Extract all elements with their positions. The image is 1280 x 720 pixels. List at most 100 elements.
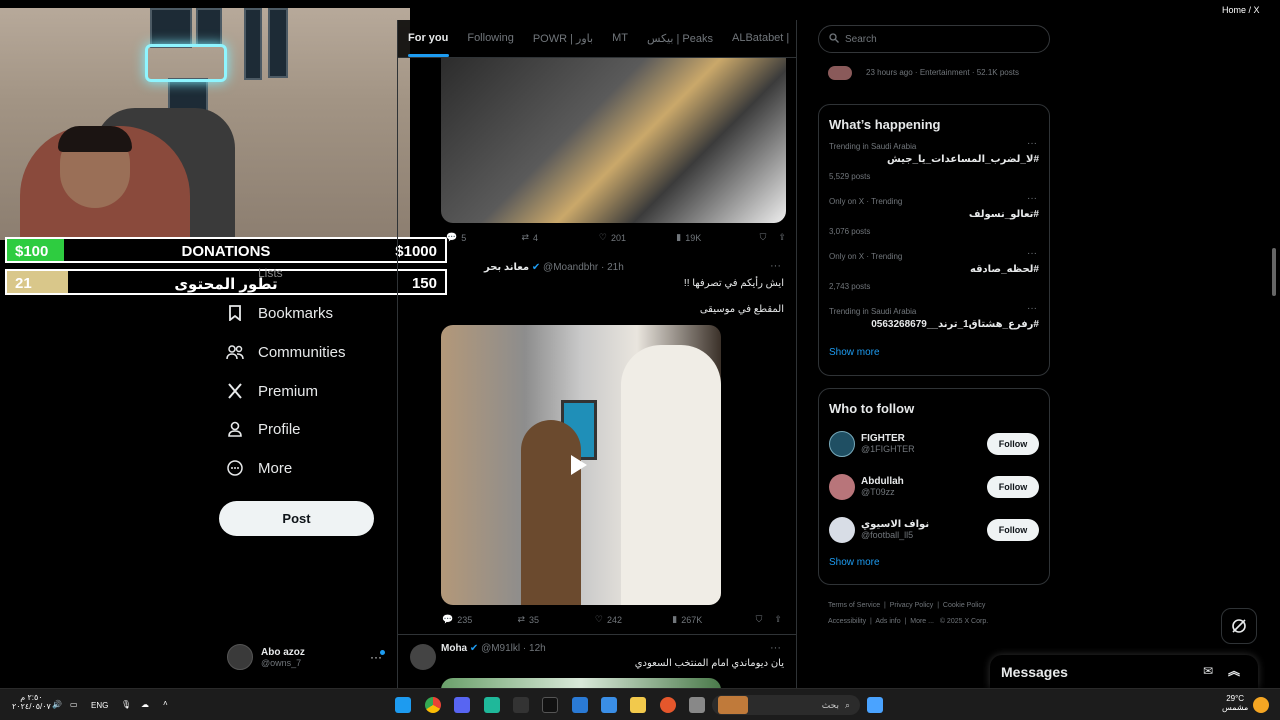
tab-mt[interactable]: MT (602, 20, 637, 57)
show-more-link[interactable]: Show more (819, 551, 1049, 568)
search-icon (829, 32, 839, 46)
tiktok-icon[interactable] (542, 697, 558, 713)
new-message-icon[interactable]: ✉ (1203, 664, 1213, 678)
avatar[interactable] (410, 644, 436, 670)
share-button[interactable]: ⇪ (774, 614, 782, 625)
views-count: ▮ 19K (676, 232, 702, 243)
app-icon[interactable] (689, 697, 705, 713)
follow-suggestion[interactable]: Abdullah @T09zz Follow (819, 465, 1049, 508)
nav-label: Bookmarks (258, 304, 334, 322)
reply-button[interactable]: 💬 235 (442, 614, 517, 625)
windows-start-icon[interactable] (867, 697, 883, 713)
scrollbar[interactable] (1272, 248, 1276, 296)
heart-icon: ♡ (594, 614, 603, 624)
follow-button[interactable]: Follow (987, 432, 1039, 455)
section-title: Who to follow (829, 401, 915, 416)
retweet-icon: ⇄ (517, 614, 525, 624)
reply-icon: 💬 (446, 232, 458, 242)
timeline-tabs: For you Following POWR | باور MT بيكس | … (398, 20, 796, 58)
trend-item[interactable]: Only on X · Trending #لحظه_صادقه 2,743 p… (819, 248, 1049, 303)
browser-icon[interactable] (660, 697, 676, 713)
share-button[interactable]: ⇪ (778, 232, 786, 243)
tab-powr[interactable]: POWR | باور (523, 20, 602, 57)
retweet-button[interactable]: ⇄ 35 (517, 614, 594, 625)
tweet-text: المقطع في موسيقى (699, 304, 784, 315)
follow-button[interactable]: Follow (987, 518, 1039, 541)
twitter-app-icon[interactable] (395, 697, 411, 713)
chrome-icon[interactable] (425, 697, 441, 713)
tweet-more-icon[interactable]: ··· (770, 260, 781, 272)
nav-item-profile[interactable]: Profile (226, 417, 301, 441)
mail-icon[interactable] (572, 697, 588, 713)
grok-icon[interactable] (1221, 608, 1257, 644)
chevron-up-icon[interactable]: ˄ (163, 699, 168, 708)
app-icon[interactable] (513, 697, 529, 713)
store-icon[interactable] (601, 697, 617, 713)
file-explorer-icon[interactable] (630, 697, 646, 713)
tweet-media-image[interactable] (441, 58, 786, 223)
trend-more-icon[interactable]: ··· (1027, 303, 1037, 314)
tab-for-you[interactable]: For you (398, 20, 457, 57)
footer-link[interactable]: Privacy Policy (890, 602, 934, 609)
profile-icon (226, 420, 244, 438)
follow-button[interactable]: Follow (987, 475, 1039, 498)
retweet-button[interactable]: ⇄ 4 (521, 232, 598, 243)
tab-albatabet[interactable]: ALBatabet | (722, 20, 796, 57)
search-input[interactable]: Search (818, 25, 1050, 53)
tweet-time: 12h (529, 643, 546, 654)
cloud-icon[interactable]: ☁ (141, 700, 149, 709)
footer-link[interactable]: Accessibility (828, 618, 866, 625)
footer-link[interactable]: Terms of Service (828, 602, 880, 609)
footer-link[interactable]: Cookie Policy (943, 602, 985, 609)
nav-item-lists-partial[interactable]: Lists (258, 266, 283, 280)
monitor-icon[interactable]: ▭ (70, 700, 78, 709)
play-icon[interactable] (571, 455, 587, 475)
trend-item[interactable]: Only on X · Trending #تعالو_نسولف 3,076 … (819, 193, 1049, 248)
trend-more-icon[interactable]: ··· (1027, 248, 1037, 259)
nav-item-communities[interactable]: Communities (226, 340, 346, 364)
trend-item[interactable]: Trending in Saudi Arabia #رفرع_هشتاق1_تر… (819, 303, 1049, 341)
tab-following[interactable]: Following (457, 20, 522, 57)
tweet-more-icon[interactable]: ··· (770, 642, 781, 654)
like-button[interactable]: ♡ 201 (599, 232, 676, 243)
trend-more-icon[interactable]: ··· (1027, 138, 1037, 149)
language-indicator[interactable]: ENG (91, 701, 108, 710)
discord-icon[interactable] (454, 697, 470, 713)
show-more-link[interactable]: Show more (819, 341, 1049, 358)
clock[interactable]: ٢:٥٠ م ٢٠٢٤/٠٥/٠٧ (12, 693, 51, 711)
follow-suggestion[interactable]: نواف الاسيوي @football_ll5 Follow (819, 508, 1049, 551)
microphone-icon[interactable]: 🎙 (121, 700, 131, 709)
tweet-author-handle[interactable]: @M91lkl (481, 643, 520, 654)
footer-link[interactable]: Ads info (875, 618, 900, 625)
webcam-overlay (0, 8, 410, 240)
trend-more-icon[interactable]: ··· (1027, 193, 1037, 204)
follow-suggestion[interactable]: FIGHTER @1FIGHTER Follow (819, 422, 1049, 465)
bookmark-button[interactable]: ⛉ (760, 232, 767, 243)
post-button[interactable]: Post (219, 501, 374, 536)
like-button[interactable]: ♡ 242 (595, 614, 672, 625)
reply-button[interactable]: 💬 5 (446, 232, 521, 243)
tweet-author-handle[interactable]: @Moandbhr (543, 262, 598, 273)
tab-peaks[interactable]: بيكس | Peaks (637, 20, 722, 57)
tweet-media-image[interactable] (441, 678, 721, 688)
more-icon (226, 459, 244, 477)
trend-item[interactable]: Trending in Saudi Arabia #لا_لضرب_المساع… (819, 138, 1049, 193)
weather-widget[interactable]: 29°C مشمس (1222, 694, 1248, 712)
footer-link[interactable]: More ... (910, 618, 934, 625)
app-icon[interactable] (484, 697, 500, 713)
speaker-icon[interactable]: 🔊 (52, 700, 62, 709)
nav-item-more[interactable]: More (226, 456, 292, 480)
tweet-video[interactable] (441, 325, 721, 605)
messages-drawer[interactable]: Messages ✉ ︽ (990, 655, 1258, 688)
account-switcher[interactable]: Abo azoz @owns_7 (227, 644, 305, 670)
chevron-up-icon[interactable]: ︽ (1228, 662, 1240, 679)
messages-title: Messages (1001, 663, 1068, 680)
video-person (521, 420, 581, 605)
tweet-author-name[interactable]: Moha (441, 643, 467, 654)
tweet-author-name[interactable]: معاند بحر (484, 262, 529, 273)
nav-item-premium[interactable]: Premium (226, 379, 318, 403)
nav-item-bookmarks[interactable]: Bookmarks (226, 301, 333, 325)
wall-poster (196, 8, 222, 46)
bookmark-button[interactable]: ⛉ (756, 614, 763, 625)
tweet-actions: 💬 235 ⇄ 35 ♡ 242 ▮ 267K ⛉ ⇪ (442, 614, 782, 625)
